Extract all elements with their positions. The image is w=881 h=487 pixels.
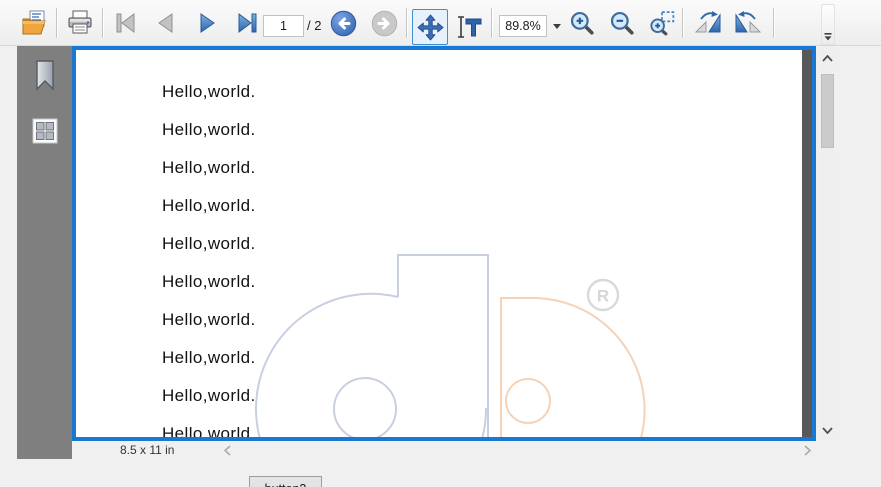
vertical-scrollbar[interactable] [820,46,835,441]
scroll-left-button[interactable] [220,443,234,458]
page-size-label: 8.5 x 11 in [120,443,175,457]
zoom-in-icon [570,11,594,35]
document-text-line: Hello,world. [162,196,256,215]
toolbar-separator [773,8,775,38]
thumbnails-icon [32,118,57,144]
document-text-line: Hello,world. [162,310,256,329]
text-select-tool-icon [458,16,482,38]
chevron-up-icon [822,54,833,62]
text-select-tool-button[interactable] [452,9,488,45]
vertical-scrollbar-thumb[interactable] [821,74,834,148]
pan-tool-icon [417,14,443,40]
first-page-button[interactable] [109,6,143,40]
previous-page-button[interactable] [149,6,183,40]
navigation-sidebar [17,46,72,459]
page-number-input[interactable] [263,15,304,37]
document-text-line: Hello,world. [162,158,256,177]
chevron-down-icon [822,426,833,434]
document-text-line: Hello,world. [162,82,256,101]
scroll-down-button[interactable] [820,422,835,438]
navigate-back-button[interactable] [328,6,358,40]
toolbar-separator [56,8,58,38]
chevron-left-icon [223,445,231,456]
toolbar-separator [491,8,493,38]
toolbar-separator [406,8,408,38]
bookmarks-panel-button[interactable] [32,59,58,93]
document-text-line: Hello,world. [162,386,256,405]
registered-mark-letter: R [597,287,609,306]
document-text-line: Hello,world. [162,424,256,437]
print-icon [68,10,92,34]
document-text-line: Hello,world. [162,234,256,253]
navigate-forward-button[interactable] [369,6,399,40]
scroll-right-button[interactable] [800,443,814,458]
toolbar-separator [102,8,104,38]
chevron-right-icon [803,445,811,456]
navigate-back-icon [330,10,356,36]
thumbnails-panel-button[interactable] [31,117,59,145]
zoom-in-button[interactable] [565,6,599,40]
previous-page-icon [158,13,173,33]
toolbar: / 2 [0,0,881,46]
button2[interactable]: button2 [249,476,322,487]
rotate-clockwise-icon [694,11,721,33]
toolbar-overflow-button[interactable] [821,4,835,45]
rotate-clockwise-button[interactable] [691,6,725,40]
rotate-counterclockwise-icon [735,11,762,33]
zoom-dropdown-caret-icon [553,23,561,29]
zoom-rectangle-button[interactable] [645,6,679,40]
first-page-icon [116,13,135,33]
pdf-page[interactable]: R Hello,world. Hello,world. Hello,world.… [76,50,802,437]
document-text-line: Hello,world. [162,272,256,291]
last-page-icon [238,13,257,33]
pan-tool-button[interactable] [412,9,448,45]
rotate-counterclockwise-button[interactable] [731,6,765,40]
status-bar: 8.5 x 11 in [72,441,816,460]
print-button[interactable] [63,6,97,40]
open-file-button[interactable] [18,6,52,40]
document-text-line: Hello,world. [162,348,256,367]
scroll-up-button[interactable] [820,50,835,66]
zoom-out-icon [610,11,634,35]
zoom-level-input[interactable] [499,15,547,37]
document-text-line: Hello,world. [162,120,256,139]
next-page-button[interactable] [190,6,224,40]
zoom-dropdown-button[interactable] [551,17,563,35]
last-page-button[interactable] [230,6,264,40]
bookmarks-icon [35,60,54,91]
navigate-forward-icon [371,10,397,36]
toolbar-overflow-icon [824,33,832,41]
open-file-icon [22,10,46,35]
zoom-rectangle-icon [650,11,675,36]
toolbar-separator [682,8,684,38]
next-page-icon [200,13,215,33]
page-count-label: / 2 [307,18,322,33]
pdf-viewer[interactable]: R Hello,world. Hello,world. Hello,world.… [72,46,816,441]
zoom-out-button[interactable] [605,6,639,40]
